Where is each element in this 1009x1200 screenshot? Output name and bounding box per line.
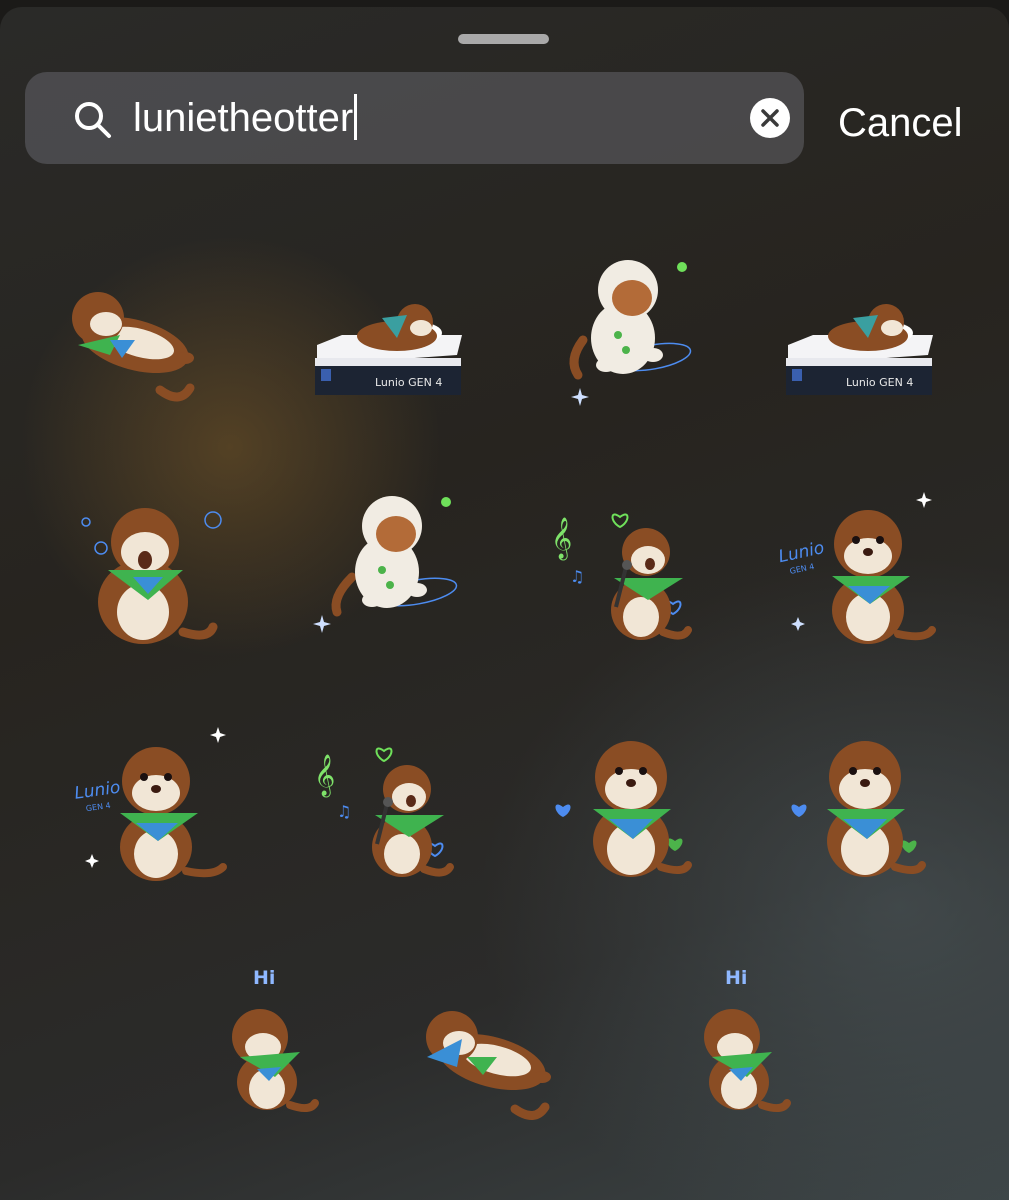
sticker-otter-thinking-lunio[interactable]: Lunio GEN 4	[770, 482, 950, 662]
sticker-otter-hearts[interactable]	[777, 719, 957, 899]
sticker-otter-singing[interactable]: 𝄞 ♫	[548, 482, 728, 662]
search-input[interactable]: lunietheotter	[133, 94, 358, 142]
otter-mattress-image: Lunio GEN 4	[786, 304, 933, 395]
otter-singing-image: 𝄞 ♫	[314, 747, 454, 877]
close-icon	[761, 109, 779, 127]
otter-astronaut-image	[569, 260, 692, 406]
sticker-otter-lying-on-back[interactable]	[407, 957, 587, 1137]
otter-lying-on-back-image	[72, 292, 195, 402]
svg-text:GEN 4: GEN 4	[85, 801, 111, 813]
sticker-otter-astronaut[interactable]	[312, 482, 492, 662]
otter-hearts-image	[791, 741, 926, 877]
sticker-otter-lying-on-back[interactable]	[40, 240, 220, 420]
search-field[interactable]: lunietheotter	[25, 72, 804, 164]
sticker-otter-yawning[interactable]	[63, 482, 243, 662]
sticker-otter-astronaut[interactable]	[548, 240, 728, 420]
search-query-text: lunietheotter	[133, 96, 354, 140]
sticker-otter-thinking-lunio[interactable]: Lunio GEN 4	[68, 719, 248, 899]
svg-text:Lunio: Lunio	[777, 538, 826, 567]
otter-astronaut-image	[313, 496, 458, 633]
otter-singing-image: 𝄞 ♫	[551, 513, 692, 640]
otter-thinking-lunio-image: Lunio GEN 4	[777, 492, 936, 644]
search-icon	[75, 102, 111, 138]
otter-waving-hi-image: Hi	[232, 967, 319, 1112]
otter-hearts-image	[555, 741, 692, 877]
sticker-otter-waving-hi[interactable]: Hi	[657, 957, 837, 1137]
otter-mattress-image: Lunio GEN 4	[315, 304, 462, 395]
clear-search-button[interactable]	[750, 98, 790, 138]
hi-label: Hi	[253, 967, 275, 989]
otter-lying-on-back-image	[426, 1011, 551, 1120]
cancel-button[interactable]: Cancel	[838, 99, 963, 147]
sticker-otter-mattress[interactable]: Lunio GEN 4	[768, 240, 948, 420]
text-caret	[354, 94, 358, 141]
svg-text:Lunio GEN 4: Lunio GEN 4	[846, 376, 913, 389]
sticker-otter-singing[interactable]: 𝄞 ♫	[312, 719, 492, 899]
sticker-otter-hearts[interactable]	[543, 719, 723, 899]
sticker-otter-mattress[interactable]: Lunio GEN 4	[297, 240, 477, 420]
svg-text:𝄞: 𝄞	[314, 754, 335, 797]
otter-waving-hi-image: Hi	[704, 967, 791, 1112]
sticker-search-sheet: lunietheotter Cancel Lunio GEN 4 Lunio G…	[0, 7, 1009, 1200]
svg-text:𝄞: 𝄞	[551, 517, 572, 560]
svg-text:Lunio: Lunio	[73, 778, 121, 804]
svg-text:♫: ♫	[570, 567, 584, 586]
svg-text:Lunio GEN 4: Lunio GEN 4	[375, 376, 442, 389]
otter-yawning-image	[81, 508, 222, 644]
sticker-otter-waving-hi[interactable]: Hi	[185, 957, 365, 1137]
sheet-grabber[interactable]	[458, 34, 549, 44]
hi-label: Hi	[725, 967, 747, 989]
svg-text:♫: ♫	[337, 802, 351, 821]
otter-thinking-lunio-image: Lunio GEN 4	[73, 727, 227, 881]
